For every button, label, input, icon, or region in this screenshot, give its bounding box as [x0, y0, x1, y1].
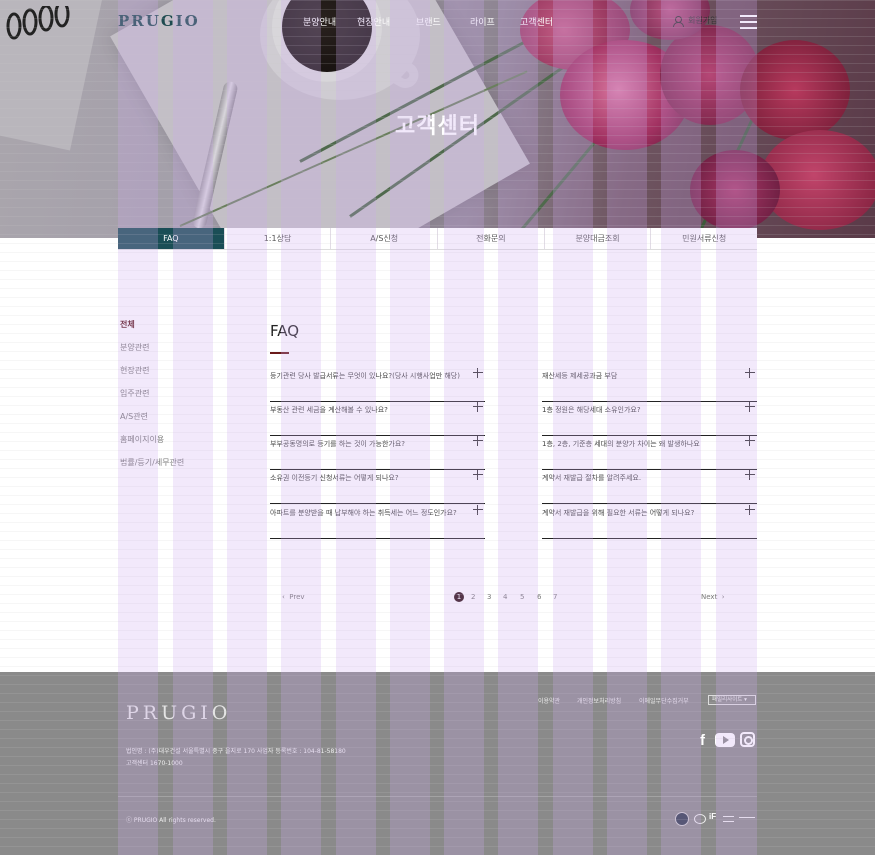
terms-link[interactable]: 이용약관 [538, 696, 560, 705]
faq-question: 재산세등 제세공과금 부담 [542, 372, 618, 380]
category-site[interactable]: 현장관련 [120, 365, 184, 388]
faq-question: 계약서 재발급 절차를 알려주세요. [542, 474, 642, 482]
tab-payment-lookup[interactable]: 분양대금조회 [545, 228, 652, 249]
faq-question: 등기관련 당사 발급서류는 무엇이 있나요?(당사 시행사업만 해당) [270, 372, 460, 380]
faq-item[interactable]: 1층, 2층, 기준층 세대의 분양가 차이는 왜 발생하나요 [542, 436, 757, 470]
youtube-icon[interactable] [715, 733, 735, 747]
certification-badges: iF [675, 812, 757, 828]
menu-icon[interactable] [740, 15, 757, 29]
page-number[interactable]: 7 [553, 593, 557, 601]
next-button[interactable]: Next › [701, 593, 725, 601]
copyright: ⓒ PRUGIO All rights reserved. [126, 817, 216, 824]
category-homepage[interactable]: 홈페이지이용 [120, 434, 184, 457]
tab-as-request[interactable]: A/S신청 [331, 228, 439, 249]
award-badge-icon [694, 814, 706, 824]
plus-icon[interactable] [745, 436, 755, 446]
category-move-in[interactable]: 입주관련 [120, 388, 184, 411]
brand-logo[interactable]: PRUGIO [118, 12, 200, 30]
faq-item[interactable]: 계약서 재발급을 위해 필요한 서류는 어떻게 되나요? [542, 505, 757, 539]
tab-phone-inquiry[interactable]: 전화문의 [438, 228, 545, 249]
user-icon [673, 15, 684, 27]
nav-item-brand[interactable]: 브랜드 [416, 15, 441, 28]
hero-banner: 고객센터 [0, 0, 875, 238]
faq-question: 1층 정원은 해당세대 소유인가요? [542, 406, 641, 414]
customer-center-phone: 고객센터 1670-1000 [126, 760, 183, 767]
page-number[interactable]: 6 [537, 593, 541, 601]
company-info-line: 법인명 : (주)대우건설 서울특별시 중구 을지로 170 사업자 등록번호 … [126, 748, 346, 755]
page-number[interactable]: 2 [471, 593, 475, 601]
signup-link[interactable]: 회원가입 [673, 15, 718, 27]
prev-label: Prev [289, 593, 305, 601]
faq-question: 소유권 이전등기 신청서류는 어떻게 되나요? [270, 474, 399, 482]
faq-item[interactable]: 계약서 재발급 절차를 알려주세요. [542, 470, 757, 504]
faq-item[interactable]: 소유권 이전등기 신청서류는 어떻게 되나요? [270, 470, 485, 504]
faq-category-nav: 전체 분양관련 현장관련 입주관련 A/S관련 홈페이지이용 법률/등기/세무관… [120, 319, 184, 480]
nav-item-customer-center[interactable]: 고객센터 [520, 15, 553, 28]
award-badge-icon [723, 816, 734, 822]
nav-item-site[interactable]: 현장안내 [357, 15, 390, 28]
prev-button[interactable]: ‹ Prev [282, 593, 305, 601]
plus-icon[interactable] [473, 470, 483, 480]
tab-document-request[interactable]: 민원서류신청 [651, 228, 757, 249]
next-label: Next [701, 593, 718, 601]
category-all[interactable]: 전체 [120, 319, 184, 342]
nav-item-life[interactable]: 라이프 [470, 15, 495, 28]
faq-question: 부동산 관련 세금을 계산해볼 수 있나요? [270, 406, 388, 414]
plus-icon[interactable] [473, 505, 483, 515]
heading-underline [270, 352, 289, 354]
award-badge-icon [739, 817, 755, 821]
page-title: 고객센터 [395, 114, 480, 139]
faq-question: 부부공동명의로 등기를 하는 것이 가능한가요? [270, 440, 405, 448]
if-award-icon: iF [709, 812, 717, 821]
nav-item-sales[interactable]: 분양안내 [303, 15, 336, 28]
signup-label: 회원가입 [688, 16, 718, 25]
plus-icon[interactable] [473, 436, 483, 446]
notebook-spiral [6, 6, 70, 40]
plus-icon[interactable] [745, 402, 755, 412]
category-legal[interactable]: 법률/등기/세무관련 [120, 457, 184, 480]
customer-center-tabs: FAQ 1:1상담 A/S신청 전화문의 분양대금조회 민원서류신청 [118, 228, 757, 250]
plus-icon[interactable] [745, 368, 755, 378]
facebook-icon[interactable]: f [700, 732, 705, 749]
instagram-icon[interactable] [740, 732, 755, 747]
plus-icon[interactable] [473, 368, 483, 378]
company-info: 법인명 : (주)대우건설 서울특별시 중구 을지로 170 사업자 등록번호 … [126, 746, 346, 770]
faq-question: 계약서 재발급을 위해 필요한 서류는 어떻게 되나요? [542, 509, 695, 517]
rose-image [690, 150, 780, 230]
plus-icon[interactable] [745, 470, 755, 480]
faq-heading: FAQ [270, 322, 300, 340]
family-site-select[interactable]: 패밀리사이트 ▾ [708, 695, 756, 705]
category-as[interactable]: A/S관련 [120, 411, 184, 434]
faq-item[interactable]: 아파트를 분양받을 때 납부해야 하는 취득세는 어느 정도인가요? [270, 505, 485, 539]
faq-item[interactable]: 재산세등 제세공과금 부담 [542, 368, 757, 402]
faq-item[interactable]: 1층 정원은 해당세대 소유인가요? [542, 402, 757, 436]
tab-consult[interactable]: 1:1상담 [225, 228, 332, 249]
faq-question: 아파트를 분양받을 때 납부해야 하는 취득세는 어느 정도인가요? [270, 509, 457, 517]
privacy-link[interactable]: 개인정보처리방침 [577, 696, 621, 705]
footer-logo: PRUGIO [126, 702, 232, 724]
faq-question: 1층, 2층, 기준층 세대의 분양가 차이는 왜 발생하나요 [542, 440, 700, 448]
page-number[interactable]: 5 [520, 593, 524, 601]
plus-icon[interactable] [473, 402, 483, 412]
page-number[interactable]: 3 [487, 593, 491, 601]
faq-item[interactable]: 부동산 관련 세금을 계산해볼 수 있나요? [270, 402, 485, 436]
tab-faq[interactable]: FAQ [118, 228, 225, 249]
email-refusal-link[interactable]: 이메일무단수집거부 [639, 696, 689, 705]
page-number-current[interactable]: 1 [454, 592, 464, 602]
award-badge-icon [675, 812, 689, 826]
footer-divider [118, 796, 757, 797]
footer: PRUGIO 이용약관 개인정보처리방침 이메일무단수집거부 패밀리사이트 ▾ … [0, 672, 875, 855]
faq-item[interactable]: 등기관련 당사 발급서류는 무엇이 있나요?(당사 시행사업만 해당) [270, 368, 485, 402]
plus-icon[interactable] [745, 505, 755, 515]
category-sales[interactable]: 분양관련 [120, 342, 184, 365]
page-number[interactable]: 4 [503, 593, 507, 601]
chevron-left-icon: ‹ [282, 593, 285, 601]
pagination: ‹ Prev 1 2 3 4 5 6 7 Next › [0, 592, 875, 605]
chevron-right-icon: › [721, 593, 725, 601]
faq-item[interactable]: 부부공동명의로 등기를 하는 것이 가능한가요? [270, 436, 485, 470]
